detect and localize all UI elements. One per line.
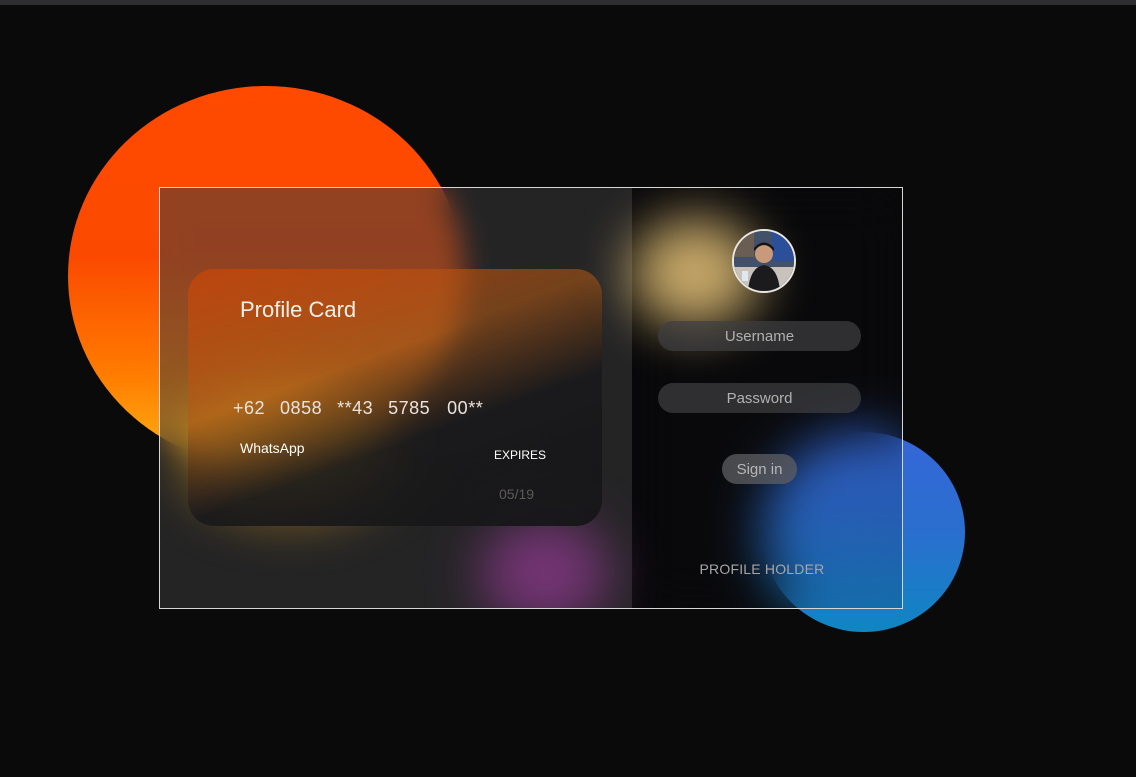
- card-title: Profile Card: [240, 297, 357, 322]
- expires-label: EXPIRES: [494, 448, 547, 462]
- top-edge-bar: [0, 0, 1136, 5]
- expires-value: 05/19: [499, 486, 535, 502]
- sign-in-button[interactable]: Sign in: [722, 454, 797, 484]
- username-input[interactable]: [658, 321, 861, 351]
- card-number: +62 0858 **43 5785 00**: [233, 398, 483, 419]
- card-number-group: +62: [233, 398, 266, 418]
- profile-card: Profile Card +62 0858 **43 5785 00** Wha…: [188, 269, 602, 526]
- card-brand: WhatsApp: [240, 440, 305, 456]
- profile-holder-label: PROFILE HOLDER: [699, 561, 825, 577]
- password-input[interactable]: [658, 383, 861, 413]
- glass-panel: Profile Card +62 0858 **43 5785 00** Wha…: [159, 187, 903, 609]
- card-number-group: **43: [337, 398, 374, 418]
- card-number-group: 00**: [447, 398, 484, 418]
- card-number-group: 5785: [388, 398, 431, 418]
- card-number-group: 0858: [280, 398, 323, 418]
- profile-photo-icon: [734, 231, 794, 291]
- avatar[interactable]: [732, 229, 796, 293]
